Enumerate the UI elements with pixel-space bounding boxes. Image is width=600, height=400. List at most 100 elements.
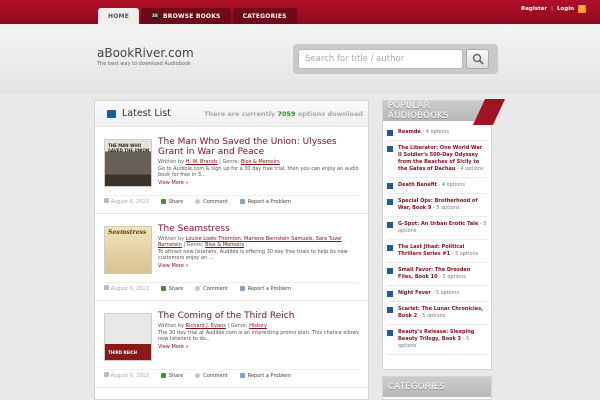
post-date-text: August 6, 2013: [110, 199, 149, 205]
popular-title-link[interactable]: Night Fever: [398, 290, 431, 296]
tab-home[interactable]: HOME: [98, 8, 139, 24]
cover-text: THE MAN WHO SAVED THE UNION: [108, 143, 150, 153]
account-links: Register | Login: [521, 6, 574, 12]
register-link[interactable]: Register: [521, 6, 547, 12]
report-button[interactable]: Report a Problem: [239, 199, 291, 205]
book-icon: [387, 268, 393, 274]
list-item[interactable]: The Last Jihad: Political Thrillers Seri…: [387, 240, 487, 263]
report-button[interactable]: Report a Problem: [239, 286, 291, 292]
view-more-link[interactable]: View More »: [158, 263, 363, 269]
cover-text: Seamstress: [108, 229, 147, 236]
entry-footer: August 6, 2013 Share Comment Report a Pr…: [104, 369, 359, 381]
list-item: THIRD REICH The Coming of the Third Reic…: [95, 301, 368, 388]
comment-button[interactable]: Comment: [195, 199, 228, 205]
book-description: To attract new listeners, Audible is off…: [158, 249, 348, 261]
genre-label: Genre:: [230, 323, 248, 329]
download-count: There are currently 7059 options downloa…: [204, 110, 363, 118]
genre-label: Genre:: [186, 242, 204, 248]
book-meta: Written by H. W. Brands | Genre: Bios & …: [158, 159, 280, 165]
share-button[interactable]: Share: [160, 199, 183, 205]
site-logo[interactable]: aBookRiver.com: [97, 46, 194, 60]
share-button[interactable]: Share: [160, 372, 184, 379]
main-nav: HOME 38 BROWSE BOOKS CATEGORIES: [98, 8, 299, 24]
logo-link[interactable]: aBookRiver.com: [97, 46, 194, 60]
site-tagline: The best way to download Audiobook: [97, 61, 191, 67]
tab-browse-books[interactable]: 38 BROWSE BOOKS: [141, 8, 231, 24]
post-date-text: August 6, 2013: [110, 373, 149, 379]
option-count: - 5 options: [418, 313, 446, 319]
comment-button[interactable]: Comment: [195, 286, 228, 292]
written-by-label: Written by: [158, 159, 185, 165]
book-icon: [387, 222, 393, 228]
report-button[interactable]: Report a Problem: [239, 373, 291, 379]
list-item[interactable]: Night Fever - 5 options: [387, 286, 487, 302]
genre-link[interactable]: Bios & Memoirs: [241, 159, 280, 165]
comment-icon: [195, 373, 201, 378]
comment-button[interactable]: Comment: [195, 373, 228, 379]
option-count: - 5 options: [432, 205, 460, 211]
book-cover[interactable]: THIRD REICH: [104, 313, 152, 361]
book-title-link[interactable]: The Man Who Saved the Union: Ulysses Gra…: [158, 137, 363, 157]
post-date: August 6, 2013: [104, 285, 149, 292]
book-icon: [387, 130, 393, 136]
browse-badge: 38: [151, 12, 159, 20]
list-item: THE MAN WHO SAVED THE UNION The Man Who …: [95, 127, 368, 214]
top-bar: HOME 38 BROWSE BOOKS CATEGORIES Register …: [0, 0, 600, 24]
tab-categories-label: CATEGORIES: [242, 12, 287, 20]
latest-list-panel: Latest List There are currently 7059 opt…: [94, 100, 369, 400]
share-button[interactable]: Share: [160, 285, 184, 292]
comment-label: Comment: [203, 285, 228, 292]
author-link[interactable]: Louise Loots Thornton, Marlene Bernstein…: [158, 236, 342, 248]
view-more-link[interactable]: View More »: [158, 180, 363, 186]
popular-audiobooks-panel: POPULAR AUDIOBOOKS Reamde - 4 options Th…: [382, 99, 506, 370]
share-icon: [160, 373, 166, 378]
comment-icon: [195, 199, 201, 204]
book-title-link[interactable]: The Coming of the Third Reich: [158, 311, 363, 321]
view-more-link[interactable]: View More »: [158, 344, 363, 350]
list-item[interactable]: The Liberator: One World War II Soldier'…: [387, 141, 487, 178]
list-item[interactable]: Small Favor: The Dresden Files, Book 10 …: [387, 263, 487, 286]
list-item[interactable]: Special Ops: Brotherhood of War, Book 9 …: [387, 194, 487, 217]
report-icon: [239, 286, 245, 291]
latest-list-title: Latest List: [122, 108, 171, 119]
option-count: - 5 options: [439, 274, 466, 280]
author-link[interactable]: H. W. Brands: [186, 159, 218, 165]
book-icon: [387, 146, 393, 152]
option-count: - 5 options: [432, 290, 460, 296]
list-item[interactable]: Death Benefit - 4 options: [387, 178, 487, 194]
list-item[interactable]: Beauty's Release: Sleeping Beauty Trilog…: [387, 325, 487, 355]
share-label: Share: [168, 372, 184, 379]
search-input[interactable]: Search for title / author: [298, 49, 463, 69]
list-item[interactable]: Scarlet: The Lunar Chronicles, Book 2 - …: [387, 302, 487, 325]
categories-header: CATEGORIES: [383, 377, 491, 397]
book-icon: [107, 109, 116, 118]
rss-icon[interactable]: )): [578, 5, 586, 13]
share-label: Share: [168, 285, 184, 292]
post-date-text: August 6, 2013: [110, 286, 149, 292]
book-description: The 30 day trial at Audible.com is an in…: [158, 330, 359, 342]
tab-categories[interactable]: CATEGORIES: [232, 8, 297, 24]
book-title-link[interactable]: The Seamstress: [158, 224, 363, 234]
genre-link[interactable]: History: [249, 323, 267, 329]
entry-footer: August 6, 2013 Share Comment Report a Pr…: [104, 195, 359, 207]
search-button[interactable]: [466, 49, 489, 69]
list-item: Seamstress The Seamstress Written by Lou…: [95, 214, 368, 301]
popular-title-link[interactable]: Death Benefit: [398, 182, 437, 188]
calendar-icon: [104, 198, 109, 203]
login-link[interactable]: Login: [557, 6, 574, 12]
latest-list-header: Latest List There are currently 7059 opt…: [95, 101, 368, 127]
post-date: August 6, 2013: [104, 372, 149, 379]
popular-title-link[interactable]: G-Spot: An Urban Erotic Tale: [398, 221, 478, 227]
popular-list: Reamde - 4 options The Liberator: One Wo…: [383, 121, 491, 359]
share-icon: [160, 286, 166, 291]
list-item[interactable]: G-Spot: An Urban Erotic Tale - 5 options: [387, 217, 487, 240]
account-separator: |: [551, 6, 553, 12]
book-icon: [387, 291, 393, 297]
author-link[interactable]: Richard J. Evans: [186, 323, 226, 329]
option-count: - 5 options: [451, 251, 479, 257]
book-cover[interactable]: THE MAN WHO SAVED THE UNION: [104, 139, 152, 187]
genre-link[interactable]: Bios & Memoirs: [205, 242, 244, 248]
list-item[interactable]: Reamde - 4 options: [387, 125, 487, 141]
popular-title-link[interactable]: Reamde: [398, 129, 421, 135]
book-cover[interactable]: Seamstress: [104, 226, 152, 274]
